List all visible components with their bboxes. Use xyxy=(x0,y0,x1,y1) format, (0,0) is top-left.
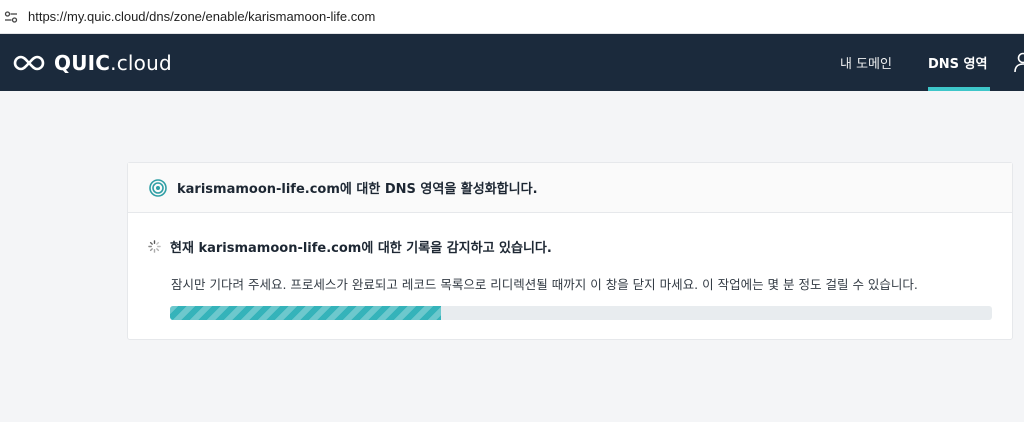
status-text: 현재 karismamoon-life.com에 대한 기록을 감지하고 있습니… xyxy=(170,241,552,256)
card-header: karismamoon-life.com에 대한 DNS 영역을 활성화합니다. xyxy=(128,163,1012,213)
nav-dns-zone[interactable]: DNS 영역 xyxy=(928,34,987,91)
brand-logo[interactable]: QUIC.cloud xyxy=(12,34,172,91)
url-text[interactable]: https://my.quic.cloud/dns/zone/enable/ka… xyxy=(28,9,375,24)
browser-address-bar[interactable]: https://my.quic.cloud/dns/zone/enable/ka… xyxy=(0,0,1024,34)
site-info-icon[interactable] xyxy=(4,10,18,24)
status-row: 현재 karismamoon-life.com에 대한 기록을 감지하고 있습니… xyxy=(148,237,552,256)
top-navbar: QUIC.cloud 내 도메인 DNS 영역 xyxy=(0,34,1024,91)
card-title: karismamoon-life.com에 대한 DNS 영역을 활성화합니다. xyxy=(177,182,538,197)
dns-activation-card: karismamoon-life.com에 대한 DNS 영역을 활성화합니다.… xyxy=(127,162,1013,340)
user-icon[interactable] xyxy=(1014,51,1024,73)
active-nav-indicator xyxy=(928,87,990,91)
brand-name-part2: .cloud xyxy=(110,50,172,75)
quic-cloud-logo-icon xyxy=(13,55,45,70)
spinner-icon xyxy=(148,240,161,253)
nav-my-domains[interactable]: 내 도메인 xyxy=(840,34,892,91)
brand-name: QUIC.cloud xyxy=(54,51,172,75)
progress-bar-fill xyxy=(170,306,442,320)
progress-bar xyxy=(170,306,992,320)
brand-name-part1: QUIC xyxy=(54,50,111,75)
target-icon xyxy=(149,178,167,197)
description-text: 잠시만 기다려 주세요. 프로세스가 완료되고 레코드 목록으로 리디렉션될 때… xyxy=(171,277,918,292)
